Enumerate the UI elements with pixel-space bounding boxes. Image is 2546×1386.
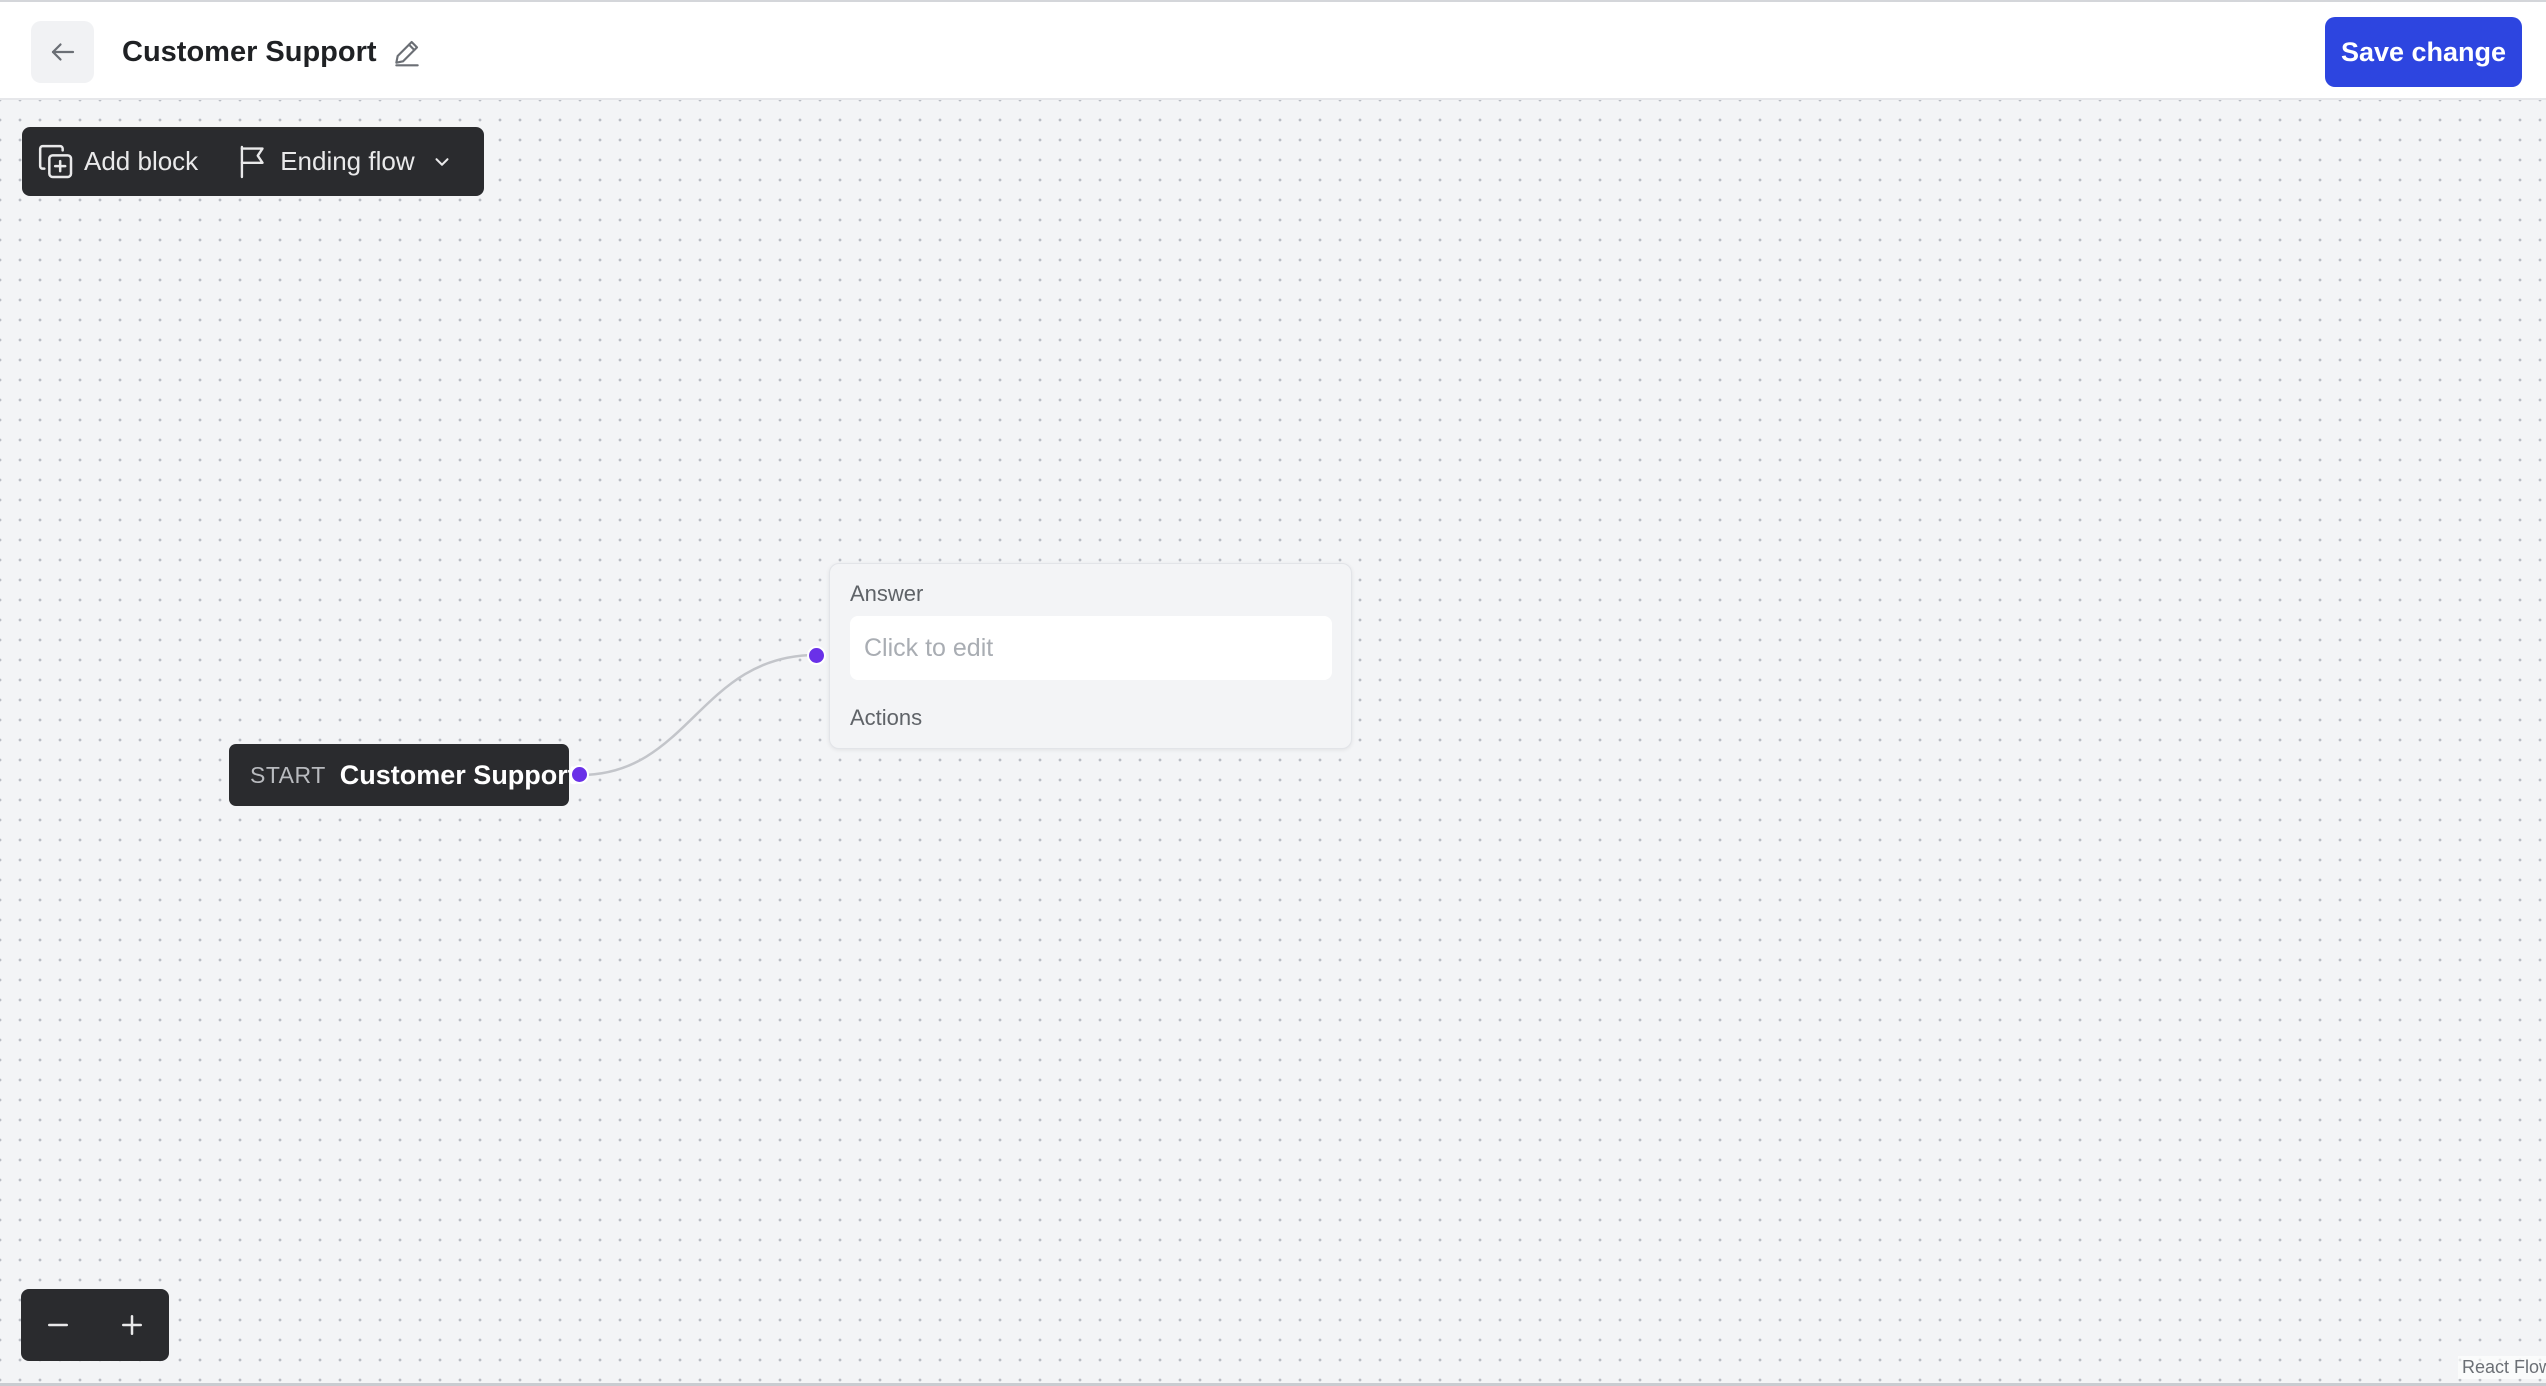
header: Customer Support Save change [0, 2, 2546, 100]
edit-title-button[interactable] [388, 33, 426, 71]
answer-node-target-handle[interactable] [807, 646, 826, 665]
flow-editor: Customer Support Save change Add block E… [0, 0, 2546, 1386]
react-flow-attribution[interactable]: React Flow [2458, 1356, 2546, 1379]
actions-label: Actions [850, 705, 923, 730]
start-node-name: Customer Support [339, 759, 577, 790]
answer-label: Answer [850, 581, 924, 606]
arrow-left-icon [51, 43, 74, 61]
zoom-in-button[interactable] [95, 1289, 169, 1361]
answer-node[interactable]: Answer Actions [829, 563, 1352, 749]
plus-icon [122, 1315, 142, 1335]
back-button[interactable] [31, 21, 94, 83]
start-node-source-handle[interactable] [570, 765, 589, 784]
save-change-button[interactable]: Save change [2325, 17, 2522, 87]
start-node-tag: START [250, 761, 326, 788]
answer-input[interactable] [850, 616, 1332, 680]
zoom-controls [21, 1289, 169, 1361]
start-node[interactable]: START Customer Support [229, 744, 577, 806]
zoom-out-button[interactable] [21, 1289, 95, 1361]
flow-canvas[interactable]: Add block Ending flow START Customer Sup… [0, 100, 2546, 1383]
pencil-icon [395, 40, 419, 67]
minus-icon [48, 1323, 68, 1327]
page-title: Customer Support [122, 36, 377, 68]
